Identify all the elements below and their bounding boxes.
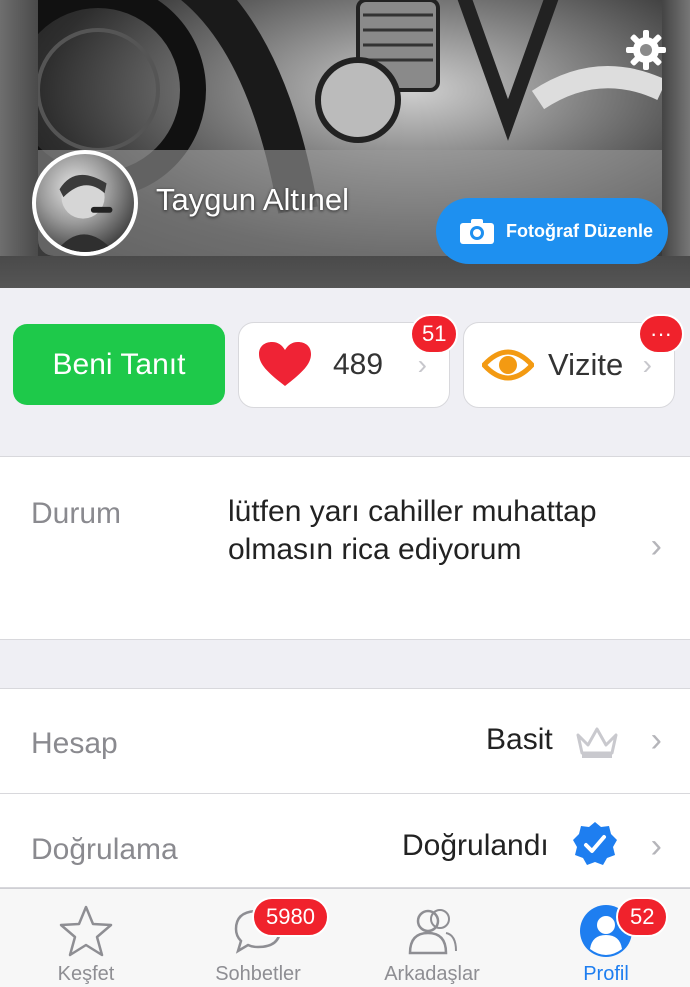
- account-value: Basit: [486, 723, 553, 756]
- cover-blur-left: [0, 0, 38, 288]
- likes-badge: 51: [410, 314, 459, 354]
- chevron-right-icon: ›: [650, 527, 662, 565]
- tab-label: Keşfet: [57, 963, 115, 985]
- chevron-right-icon: ›: [650, 827, 662, 865]
- profile-name: Taygun Altınel: [156, 182, 350, 217]
- cover-area: Taygun Altınel Fotoğraf Düzenle: [0, 0, 690, 288]
- action-row: Beni Tanıt 489 › Vizite ›: [0, 288, 690, 456]
- verified-check-icon: [573, 822, 617, 865]
- chats-badge: 5980: [252, 897, 329, 937]
- chevron-right-icon: ›: [650, 721, 662, 759]
- status-row[interactable]: Durum lütfen yarı cahiller muhattap olma…: [0, 456, 690, 640]
- account-row[interactable]: Hesap Basit ›: [0, 689, 690, 793]
- edit-photo-button[interactable]: Fotoğraf Düzenle: [436, 198, 668, 264]
- star-icon: [59, 905, 113, 957]
- tab-discover[interactable]: Keşfet: [0, 889, 172, 987]
- tab-bar: Keşfet Sohbetler 5980 Arkadaşlar Profil …: [0, 888, 690, 987]
- visits-badge: ···: [638, 314, 684, 354]
- edit-photo-label: Fotoğraf Düzenle: [506, 220, 653, 241]
- status-text: lütfen yarı cahiller muhattap olmasın ri…: [228, 495, 597, 566]
- tab-chats[interactable]: Sohbetler 5980: [172, 889, 344, 987]
- tab-label: Sohbetler: [215, 963, 301, 985]
- friends-icon: [408, 909, 457, 955]
- tab-label: Profil: [583, 963, 629, 985]
- status-label: Durum: [31, 497, 122, 530]
- avatar-photo: [55, 174, 115, 252]
- chevron-right-icon: ›: [417, 349, 427, 380]
- crown-icon: [576, 727, 618, 758]
- profile-badge: 52: [616, 897, 669, 937]
- visits-label: Vizite: [548, 347, 624, 382]
- heart-icon: [259, 342, 311, 386]
- avatar[interactable]: [32, 150, 138, 256]
- chevron-right-icon: ›: [642, 349, 652, 380]
- eye-icon: [482, 349, 534, 381]
- camera-icon: [460, 219, 494, 244]
- account-section: Hesap Basit › Doğrulama Doğrulandı ›: [0, 688, 690, 888]
- introduce-me-button[interactable]: Beni Tanıt: [13, 324, 225, 405]
- verification-value: Doğrulandı: [402, 829, 549, 862]
- settings-gear-icon[interactable]: [624, 28, 668, 72]
- tab-profile[interactable]: Profil 52: [520, 889, 690, 987]
- tab-label: Arkadaşlar: [384, 963, 480, 985]
- account-label: Hesap: [31, 727, 118, 760]
- likes-count: 489: [333, 348, 384, 381]
- verification-label: Doğrulama: [31, 833, 178, 866]
- tab-friends[interactable]: Arkadaşlar: [346, 889, 518, 987]
